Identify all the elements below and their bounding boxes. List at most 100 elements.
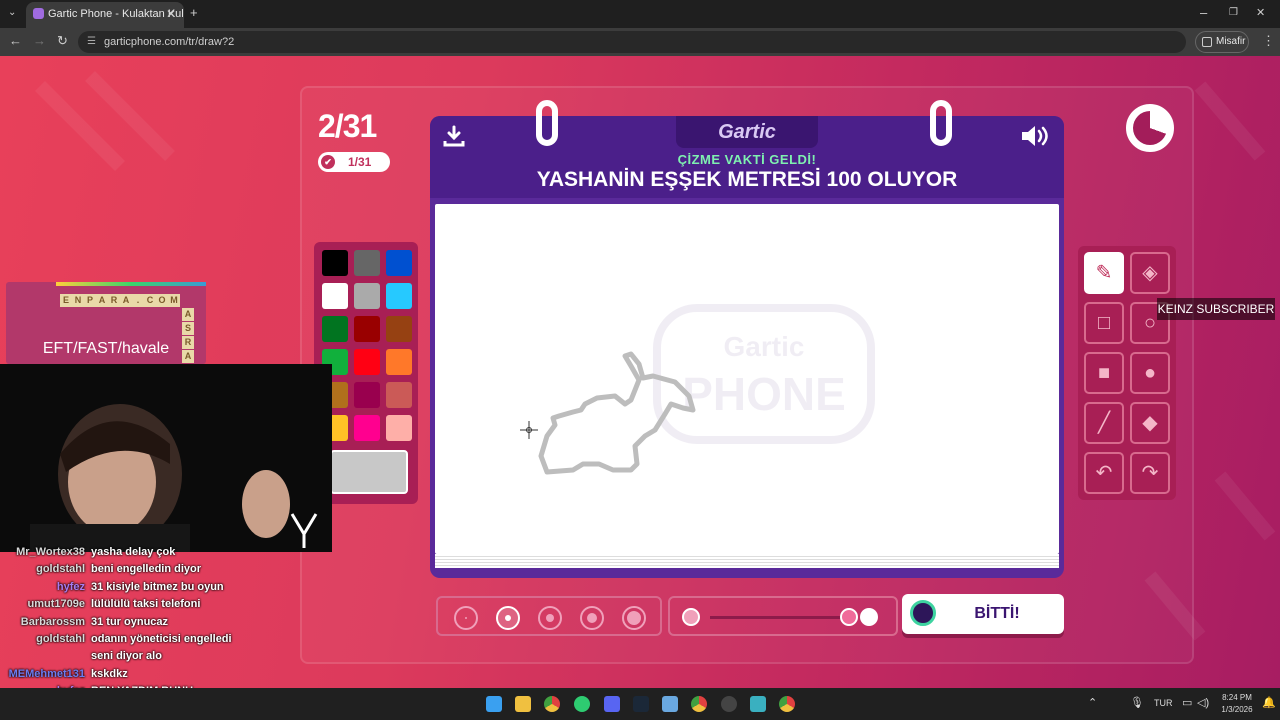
undo-button[interactable]: ↶ — [1084, 452, 1124, 494]
tab-favicon-icon — [33, 8, 44, 19]
board-subtitle: ÇİZME VAKTİ GELDİ! — [677, 152, 817, 167]
ad-brand-letter: A — [96, 294, 108, 307]
ad-color-bar — [56, 282, 206, 286]
chrome-active-icon[interactable] — [779, 696, 795, 712]
network-icon[interactable]: ▭ — [1182, 696, 1192, 709]
minimize-icon[interactable]: – — [1200, 5, 1207, 20]
pencil-icon: ✎ — [1095, 262, 1113, 284]
color-swatch[interactable] — [322, 250, 348, 276]
reload-icon[interactable]: ↻ — [57, 33, 68, 49]
tray-arrow-icon[interactable]: ⌃ — [1088, 696, 1097, 709]
finish-button[interactable]: BİTTİ! — [902, 594, 1064, 634]
back-icon[interactable]: ← — [9, 33, 22, 48]
chat-message: goldstahl odanın yöneticisi engelledi — [0, 631, 330, 648]
drawing-prompt: YASHANİN EŞŞEK METRESİ 100 OLUYOR — [536, 168, 958, 191]
ad-brand-letter: O — [156, 294, 168, 307]
color-swatch[interactable] — [386, 382, 412, 408]
slider-track — [710, 616, 846, 619]
file-explorer-icon[interactable] — [515, 696, 531, 712]
brush-size-5[interactable] — [622, 606, 646, 630]
app-icon[interactable] — [662, 696, 678, 712]
language-indicator[interactable]: TUR — [1154, 698, 1173, 708]
circle-fill-tool[interactable]: ● — [1130, 352, 1170, 394]
color-swatch[interactable] — [386, 250, 412, 276]
line-tool[interactable]: ╱ — [1084, 402, 1124, 444]
brush-size-4[interactable] — [580, 606, 604, 630]
notification-icon[interactable]: 🔔 — [1262, 696, 1276, 709]
url-field[interactable]: ☰ garticphone.com/tr/draw?2 — [78, 31, 1186, 53]
volume-icon[interactable] — [1020, 124, 1052, 148]
drawing-canvas[interactable]: Gartic PHONE — [435, 204, 1059, 554]
restore-icon[interactable]: ❐ — [1229, 7, 1238, 18]
chat-username: Mr_Wortex38 — [16, 546, 85, 558]
redo-button[interactable]: ↷ — [1130, 452, 1170, 494]
color-swatch[interactable] — [354, 250, 380, 276]
app-icon-2[interactable] — [750, 696, 766, 712]
site-info-icon[interactable]: ☰ — [87, 31, 96, 53]
profile-button[interactable]: Misafir — [1195, 31, 1249, 53]
forward-icon[interactable]: → — [33, 33, 46, 48]
color-swatch[interactable] — [386, 316, 412, 342]
brush-size-3[interactable] — [538, 606, 562, 630]
windows-taskbar: ⌃ 🎙 TUR ▭ ◁) 8:24 PM 1/3/2026 🔔 — [0, 688, 1280, 720]
profile-label: Misafir — [1216, 36, 1246, 47]
discord-icon[interactable] — [604, 696, 620, 712]
current-color-preview — [330, 450, 408, 494]
pencil-tool[interactable]: ✎ — [1084, 252, 1124, 294]
speaker-icon[interactable]: ◁) — [1197, 696, 1209, 709]
rectangle-fill-tool[interactable]: ■ — [1084, 352, 1124, 394]
tab-close-icon[interactable]: ✕ — [166, 2, 176, 26]
whatsapp-icon[interactable] — [574, 696, 590, 712]
fill-bucket-icon: ◆ — [1142, 412, 1158, 434]
brush-size-2[interactable] — [496, 606, 520, 630]
window-close-icon[interactable]: ✕ — [1256, 6, 1265, 19]
opacity-slider[interactable] — [668, 596, 898, 636]
eraser-tool[interactable]: ◈ — [1130, 252, 1170, 294]
tab-list-icon[interactable]: ⌄ — [8, 7, 16, 18]
drawing-board: Gartic ÇİZME VAKTİ GELDİ! YASHANİN EŞŞEK… — [430, 100, 1064, 578]
chat-username: Barbarossm — [20, 615, 85, 628]
redo-icon: ↷ — [1141, 462, 1159, 484]
color-swatch[interactable] — [322, 316, 348, 342]
system-clock[interactable]: 8:24 PM 1/3/2026 — [1214, 692, 1260, 716]
brush-size-1[interactable] — [454, 606, 478, 630]
circle-fill-icon: ● — [1143, 362, 1157, 384]
download-icon[interactable] — [442, 124, 466, 148]
color-swatch[interactable] — [354, 316, 380, 342]
clock-time: 8:24 PM — [1222, 693, 1252, 702]
slider-thumb[interactable] — [840, 608, 858, 626]
chrome-profile-icon[interactable] — [691, 696, 707, 712]
color-swatch[interactable] — [354, 349, 380, 375]
ad-side-letter: A — [182, 308, 194, 321]
chat-username: goldstahl — [36, 633, 85, 645]
ad-brand-letter: N — [72, 294, 84, 307]
obs-icon[interactable] — [721, 696, 737, 712]
fill-bucket-tool[interactable]: ◆ — [1130, 402, 1170, 444]
color-swatch[interactable] — [386, 415, 412, 441]
rect-outline-icon: □ — [1097, 312, 1111, 334]
color-swatch[interactable] — [354, 415, 380, 441]
canvas-layer: Gartic PHONE — [520, 304, 875, 475]
browser-tab[interactable]: Gartic Phone - Kulaktan Kulağa ✕ — [26, 2, 184, 28]
check-icon: ✔ — [321, 155, 335, 169]
rect-fill-icon: ■ — [1097, 362, 1111, 384]
color-swatch[interactable] — [386, 349, 412, 375]
webcam-image — [0, 364, 332, 552]
new-tab-icon[interactable]: + — [190, 5, 198, 20]
color-swatch[interactable] — [386, 283, 412, 309]
undo-icon: ↶ — [1095, 462, 1113, 484]
start-icon[interactable] — [486, 696, 502, 712]
microphone-icon[interactable]: 🎙 — [1130, 696, 1144, 709]
round-counter: 2/31 — [318, 108, 377, 144]
chat-message: MEMehmet131 kskdkz — [0, 666, 330, 683]
color-swatch[interactable] — [354, 283, 380, 309]
ad-brand-letter: P — [84, 294, 96, 307]
color-swatch[interactable] — [354, 382, 380, 408]
chrome-icon[interactable] — [544, 696, 560, 712]
chat-text: odanın yöneticisi engelledi — [91, 633, 232, 645]
rectangle-outline-tool[interactable]: □ — [1084, 302, 1124, 344]
color-swatch[interactable] — [322, 283, 348, 309]
menu-kebab-icon[interactable]: ⋮ — [1262, 33, 1275, 49]
stream-chat: Mr_Wortex38 yasha delay çok goldstahl beni … — [0, 544, 330, 688]
steam-icon[interactable] — [633, 696, 649, 712]
